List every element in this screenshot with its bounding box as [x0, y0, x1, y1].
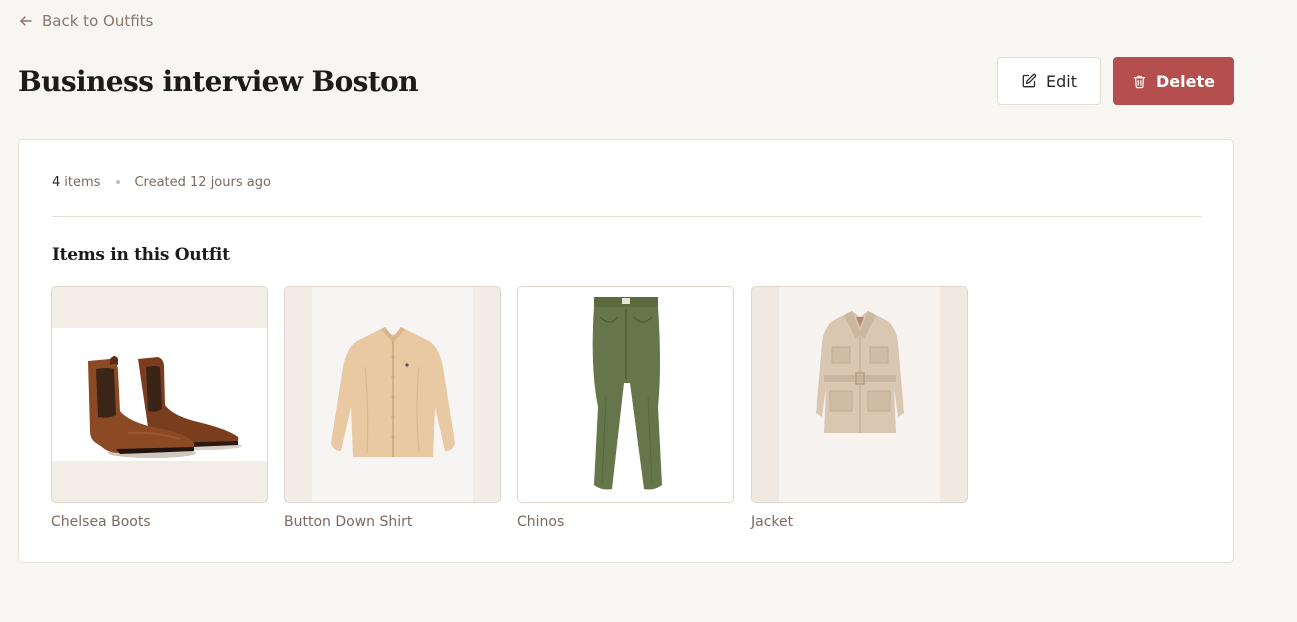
- pencil-icon: [1021, 73, 1037, 89]
- section-title: Items in this Outfit: [52, 245, 230, 265]
- outfit-item-chelsea-boots[interactable]: Chelsea Boots: [51, 286, 268, 531]
- separator-dot: [116, 180, 121, 184]
- back-link-label: Back to Outfits: [42, 12, 154, 30]
- item-image-chelsea-boots: [51, 286, 268, 503]
- edit-button[interactable]: Edit: [997, 57, 1101, 105]
- delete-button-label: Delete: [1156, 71, 1215, 91]
- outfit-item-chinos[interactable]: Chinos: [517, 286, 734, 531]
- page-title: Business interview Boston: [18, 65, 419, 98]
- item-image-jacket: [751, 286, 968, 503]
- divider: [52, 216, 1202, 217]
- created-date: Created 12 jours ago: [134, 174, 271, 190]
- item-label: Chinos: [517, 514, 565, 530]
- item-image-button-down-shirt: [284, 286, 501, 503]
- item-image-chinos: [517, 286, 734, 503]
- trash-icon: [1132, 74, 1147, 89]
- item-label: Button Down Shirt: [284, 514, 413, 530]
- item-count: 4: [52, 174, 61, 190]
- delete-button[interactable]: Delete: [1113, 57, 1234, 105]
- edit-button-label: Edit: [1046, 71, 1077, 91]
- item-count-suffix: items: [64, 174, 101, 190]
- arrow-left-icon: [18, 13, 34, 29]
- back-to-outfits-link[interactable]: Back to Outfits: [18, 10, 153, 32]
- outfit-meta: 4 items Created 12 jours ago: [52, 172, 271, 192]
- outfit-item-button-down-shirt[interactable]: Button Down Shirt: [284, 286, 501, 531]
- item-label: Chelsea Boots: [51, 514, 151, 530]
- item-label: Jacket: [751, 514, 794, 530]
- outfit-card: 4 items Created 12 jours ago Items in th…: [18, 139, 1234, 563]
- outfit-item-jacket[interactable]: Jacket: [751, 286, 968, 531]
